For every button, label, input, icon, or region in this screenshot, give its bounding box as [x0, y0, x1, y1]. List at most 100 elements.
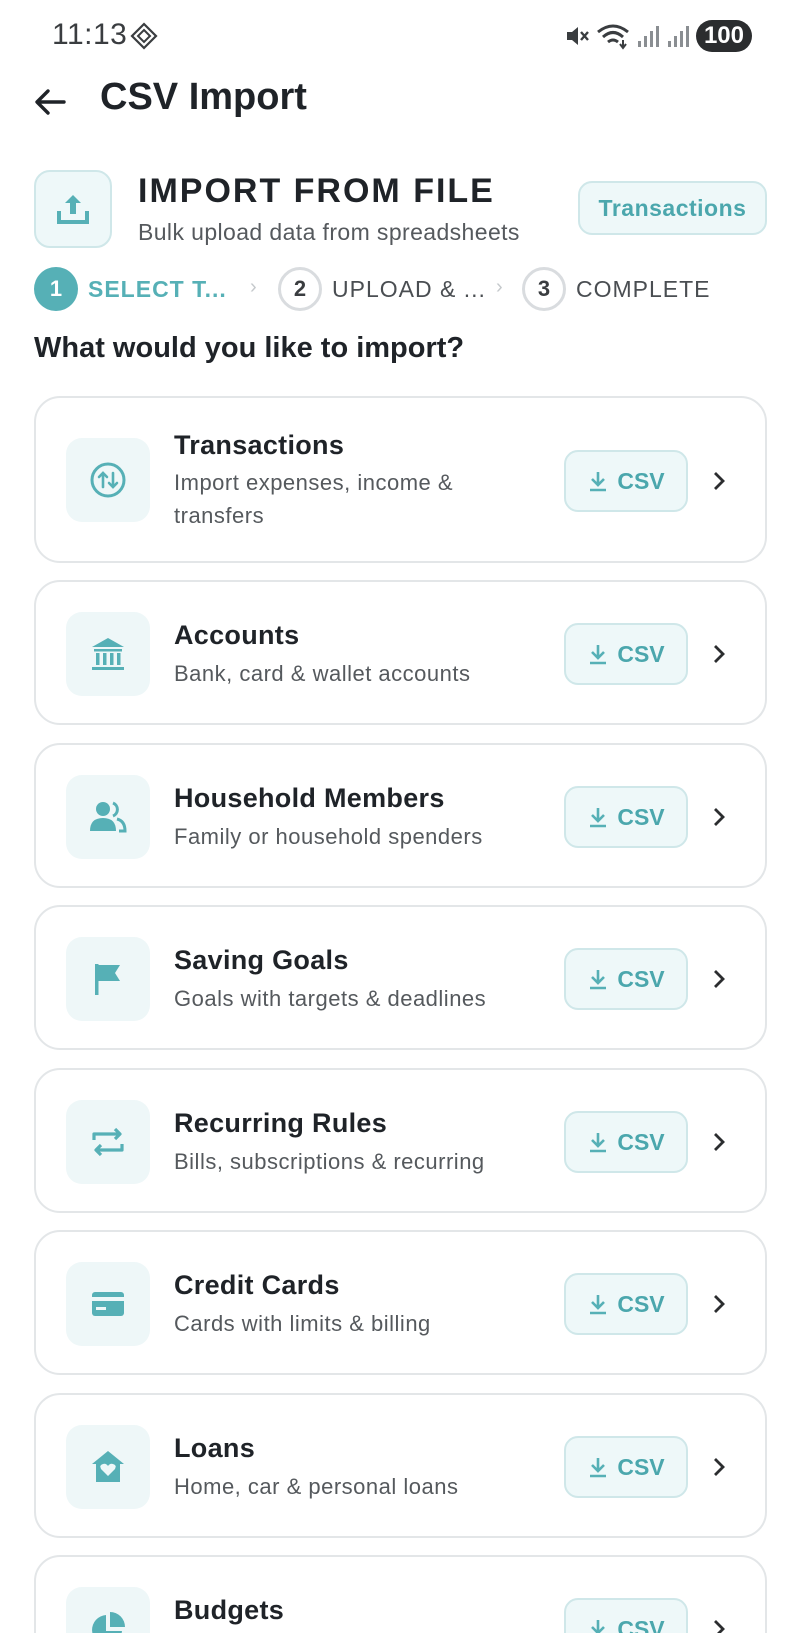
chevron-right-icon: [704, 964, 734, 994]
csv-label: CSV: [617, 965, 665, 992]
csv-label: CSV: [617, 640, 665, 667]
credit-card-icon-box: [66, 1262, 150, 1346]
flag-icon-box: [66, 937, 150, 1021]
status-time: 11:13: [52, 18, 128, 51]
status-icons: 100: [564, 18, 752, 54]
csv-label: CSV: [617, 803, 665, 830]
notification-diamond-icon: [130, 22, 158, 50]
import-option-recurring-rules[interactable]: Recurring Rules Bills, subscriptions & r…: [34, 1068, 767, 1213]
step-complete[interactable]: 3 COMPLETE: [522, 266, 711, 312]
signal-icon-2: [667, 26, 689, 47]
card-title: Credit Cards: [174, 1270, 340, 1300]
import-option-accounts[interactable]: Accounts Bank, card & wallet accounts CS…: [34, 580, 767, 725]
card-title: Recurring Rules: [174, 1108, 388, 1138]
card-title: Household Members: [174, 783, 445, 813]
step-label: SELECT T...: [88, 275, 227, 302]
download-icon: [590, 970, 607, 990]
download-icon: [590, 1458, 607, 1478]
people-icon: [90, 801, 127, 833]
download-csv-template-button[interactable]: CSV: [564, 1436, 688, 1498]
card-description: Bills, subscriptions & recurring: [174, 1149, 485, 1174]
home-heart-icon: [92, 1451, 124, 1482]
bank-icon-box: [66, 612, 150, 696]
card-description: Home, car & personal loans: [174, 1474, 459, 1499]
section-title: IMPORT FROM FILE: [138, 172, 495, 210]
step-label: COMPLETE: [576, 275, 711, 302]
credit-card-icon: [92, 1292, 124, 1316]
chevron-right-icon: [704, 1289, 734, 1319]
mute-icon: [566, 27, 589, 45]
wifi-icon: [597, 24, 629, 50]
download-csv-template-button[interactable]: CSV: [564, 1598, 688, 1633]
csv-label: CSV: [617, 467, 665, 494]
signal-icon: [637, 26, 659, 47]
step-number: 1: [34, 267, 78, 311]
card-description: Cards with limits & billing: [174, 1311, 431, 1336]
card-title: Loans: [174, 1433, 256, 1463]
upload-icon-box: [34, 170, 112, 248]
csv-label: CSV: [617, 1453, 665, 1480]
download-csv-template-button[interactable]: CSV: [564, 1111, 688, 1173]
section-subtitle: Bulk upload data from spreadsheets: [138, 219, 520, 245]
back-button[interactable]: [28, 80, 72, 124]
download-icon: [590, 472, 607, 492]
download-csv-template-button[interactable]: CSV: [564, 786, 688, 848]
csv-label: CSV: [617, 1128, 665, 1155]
page-title: CSV Import: [100, 76, 307, 118]
download-icon: [590, 808, 607, 828]
chevron-right-icon: [704, 466, 734, 496]
step-select[interactable]: 1 SELECT T...: [34, 266, 227, 312]
repeat-icon: [92, 1127, 124, 1157]
step-number: 3: [522, 267, 566, 311]
import-option-loans[interactable]: Loans Home, car & personal loans CSV: [34, 1393, 767, 1538]
step-separator-icon: ›: [250, 276, 257, 298]
status-bar: 11:13 100: [0, 0, 800, 72]
step-upload[interactable]: 2 UPLOAD & ...: [278, 266, 486, 312]
chevron-right-icon: [704, 1452, 734, 1482]
step-label: UPLOAD & ...: [332, 275, 486, 302]
csv-label: CSV: [617, 1290, 665, 1317]
transfer-icon-box: [66, 438, 150, 522]
bank-icon: [92, 638, 124, 670]
pie-chart-icon: [92, 1612, 125, 1633]
download-csv-template-button[interactable]: CSV: [564, 948, 688, 1010]
import-option-saving-goals[interactable]: Saving Goals Goals with targets & deadli…: [34, 905, 767, 1050]
repeat-icon-box: [66, 1100, 150, 1184]
download-icon: [591, 1620, 606, 1633]
import-option-transactions[interactable]: Transactions Import expenses, income & t…: [34, 396, 767, 563]
home-heart-icon-box: [66, 1425, 150, 1509]
csv-label: CSV: [617, 1615, 665, 1633]
chevron-right-icon: [704, 1614, 734, 1633]
download-csv-template-button[interactable]: CSV: [564, 450, 688, 512]
card-title: Saving Goals: [174, 945, 349, 975]
card-description: Goals with targets & deadlines: [174, 986, 487, 1011]
people-icon-box: [66, 775, 150, 859]
card-title: Budgets: [174, 1595, 285, 1625]
import-option-credit-cards[interactable]: Credit Cards Cards with limits & billing…: [34, 1230, 767, 1375]
download-icon: [590, 1295, 607, 1315]
flag-icon: [95, 964, 120, 995]
chevron-right-icon: [704, 639, 734, 669]
step-separator-icon: ›: [496, 276, 503, 298]
download-csv-template-button[interactable]: CSV: [564, 623, 688, 685]
selected-type-chip[interactable]: Transactions: [578, 181, 767, 235]
download-icon: [590, 1133, 607, 1153]
transfer-icon: [90, 462, 126, 498]
card-title: Transactions: [174, 430, 345, 460]
import-option-budgets[interactable]: Budgets CSV: [34, 1555, 767, 1633]
question-heading: What would you like to import?: [34, 332, 465, 364]
card-description: Family or household spenders: [174, 824, 483, 849]
import-option-household-members[interactable]: Household Members Family or household sp…: [34, 743, 767, 888]
card-description: Import expenses, income & transfers: [174, 470, 454, 528]
download-icon: [590, 645, 607, 665]
card-description: Bank, card & wallet accounts: [174, 661, 471, 686]
chevron-right-icon: [704, 1127, 734, 1157]
arrow-left-icon: [35, 89, 66, 115]
battery-indicator: 100: [695, 20, 752, 52]
step-number: 2: [278, 267, 322, 311]
pie-chart-icon-box: [66, 1587, 150, 1633]
upload-icon: [57, 195, 89, 224]
stepper: 1 SELECT T... › 2 UPLOAD & ... › 3 COMPL…: [34, 266, 774, 312]
card-title: Accounts: [174, 620, 300, 650]
download-csv-template-button[interactable]: CSV: [564, 1273, 688, 1335]
